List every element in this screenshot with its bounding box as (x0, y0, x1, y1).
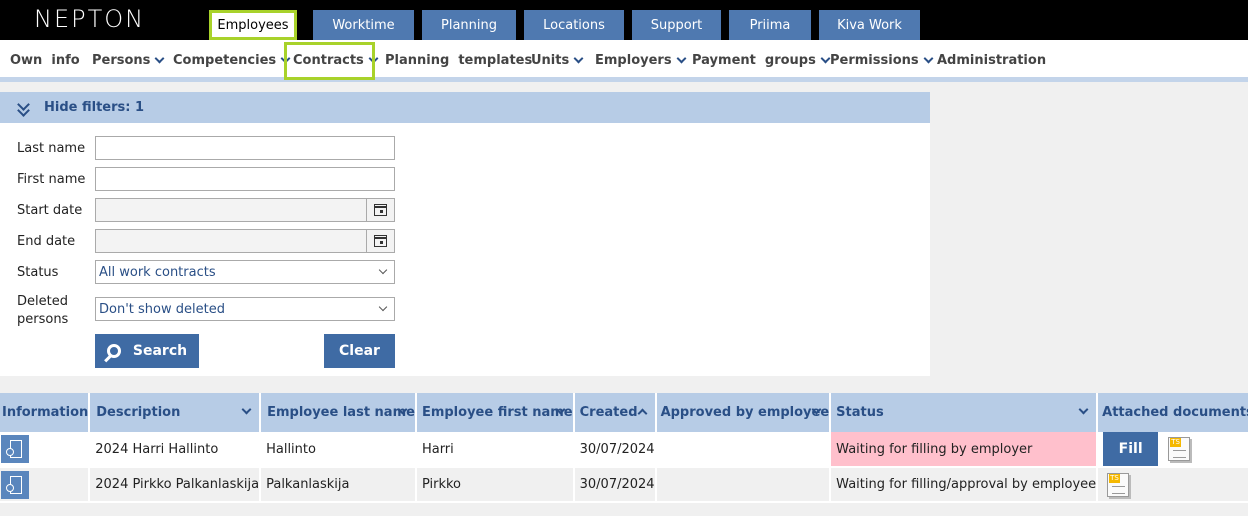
first-name-cell: Pirkko (415, 467, 575, 503)
attachments-cell: Fill (1097, 432, 1248, 468)
end-date-calendar-button[interactable] (366, 230, 394, 252)
search-icon (106, 344, 121, 358)
approved-cell (655, 432, 832, 468)
subnav-own-info[interactable]: Own info (10, 53, 80, 68)
active-subnav-highlight (284, 42, 375, 80)
status-cell: Waiting for filling/approval by employee (830, 467, 1099, 503)
subnav-administration[interactable]: Administration (937, 53, 1046, 68)
start-date-input[interactable] (95, 198, 395, 222)
approved-cell (655, 467, 832, 503)
chevron-down-icon (154, 53, 165, 64)
search-button[interactable]: Search (95, 334, 199, 368)
view-document-icon[interactable] (1, 470, 29, 499)
subnav-planning-templates[interactable]: Planning templates (385, 53, 532, 68)
double-chevron-icon (16, 100, 30, 116)
last-name-label: Last name (17, 141, 86, 156)
column-header-information[interactable]: Information (0, 393, 91, 432)
table-row: 2024 Pirkko Palkanlaskija Palkanlaskija … (0, 467, 1248, 503)
chevron-down-icon (573, 53, 584, 64)
sub-navigation: Own info Persons Competencies Contracts … (0, 40, 1248, 82)
tab-kiva-work[interactable]: Kiva Work (819, 10, 920, 40)
chevron-down-icon (1078, 404, 1089, 415)
deleted-persons-label: Deleted persons (17, 294, 69, 327)
column-header-employee-last-name[interactable]: Employee last name (260, 393, 417, 432)
subnav-employers[interactable]: Employers (595, 53, 687, 68)
hide-filters-toggle[interactable]: Hide filters: 1 (0, 92, 930, 123)
chevron-down-icon (378, 265, 388, 275)
column-header-attached-documents: Attached documents (1097, 393, 1248, 432)
tab-worktime[interactable]: Worktime (313, 10, 414, 40)
tab-planning[interactable]: Planning (422, 10, 516, 40)
fill-button[interactable]: Fill (1103, 432, 1159, 466)
tab-employees[interactable]: Employees (209, 10, 297, 40)
start-date-label: Start date (17, 203, 83, 218)
sort-ascending-icon (637, 408, 648, 419)
hide-filters-label: Hide filters: 1 (44, 100, 145, 115)
column-header-status[interactable]: Status (830, 393, 1099, 432)
contracts-table: Information Description Employee last na… (0, 393, 1248, 503)
status-label: Status (17, 265, 59, 280)
subnav-permissions[interactable]: Permissions (830, 53, 934, 68)
calendar-icon (374, 204, 387, 216)
last-name-input[interactable] (95, 136, 395, 160)
calendar-icon (374, 235, 387, 247)
chevron-down-icon (820, 53, 831, 64)
column-header-created[interactable]: Created (573, 393, 657, 432)
document-icon[interactable] (1107, 472, 1130, 497)
chevron-down-icon (378, 302, 388, 312)
end-date-input[interactable] (95, 229, 395, 253)
nepton-logo[interactable]: NEPTON (34, 5, 145, 33)
last-name-cell: Hallinto (260, 432, 417, 468)
status-cell: Waiting for filling by employer (830, 432, 1099, 468)
column-header-approved-by-employee[interactable]: Approved by employee (655, 393, 832, 432)
tab-priima[interactable]: Priima (729, 10, 811, 40)
info-cell (0, 432, 91, 468)
deleted-persons-select[interactable]: Don't show deleted (95, 297, 395, 321)
search-button-label: Search (132, 343, 188, 359)
created-cell: 30/07/2024 (573, 467, 657, 503)
end-date-label: End date (17, 234, 76, 249)
clear-button[interactable]: Clear (324, 334, 395, 368)
info-cell (0, 467, 91, 503)
start-date-calendar-button[interactable] (366, 199, 394, 221)
chevron-down-icon (923, 53, 934, 64)
document-icon[interactable] (1168, 437, 1191, 461)
view-document-icon[interactable] (1, 435, 29, 463)
status-select-value: All work contracts (99, 264, 216, 280)
chevron-down-icon (241, 404, 252, 415)
clear-button-label: Clear (339, 343, 380, 359)
attachments-cell (1097, 467, 1248, 503)
subnav-competencies[interactable]: Competencies (173, 53, 291, 68)
tab-support[interactable]: Support (632, 10, 721, 40)
description-cell: 2024 Pirkko Palkanlaskija (89, 467, 262, 503)
tab-locations[interactable]: Locations (524, 10, 624, 40)
subnav-persons[interactable]: Persons (92, 53, 165, 68)
description-cell: 2024 Harri Hallinto (89, 432, 262, 468)
status-select[interactable]: All work contracts (95, 260, 395, 284)
first-name-label: First name (17, 172, 86, 187)
subnav-units[interactable]: Units (531, 53, 584, 68)
table-row: 2024 Harri Hallinto Hallinto Harri 30/07… (0, 432, 1248, 468)
deleted-persons-select-value: Don't show deleted (99, 301, 225, 317)
created-cell: 30/07/2024 (573, 432, 657, 468)
first-name-input[interactable] (95, 167, 395, 191)
column-header-description[interactable]: Description (89, 393, 262, 432)
last-name-cell: Palkanlaskija (260, 467, 417, 503)
column-header-employee-first-name[interactable]: Employee first name (415, 393, 575, 432)
subnav-payment-groups[interactable]: Payment groups (692, 53, 831, 68)
chevron-down-icon (676, 53, 687, 64)
top-bar: NEPTON Employees Worktime Planning Locat… (0, 0, 1248, 40)
first-name-cell: Harri (415, 432, 575, 468)
